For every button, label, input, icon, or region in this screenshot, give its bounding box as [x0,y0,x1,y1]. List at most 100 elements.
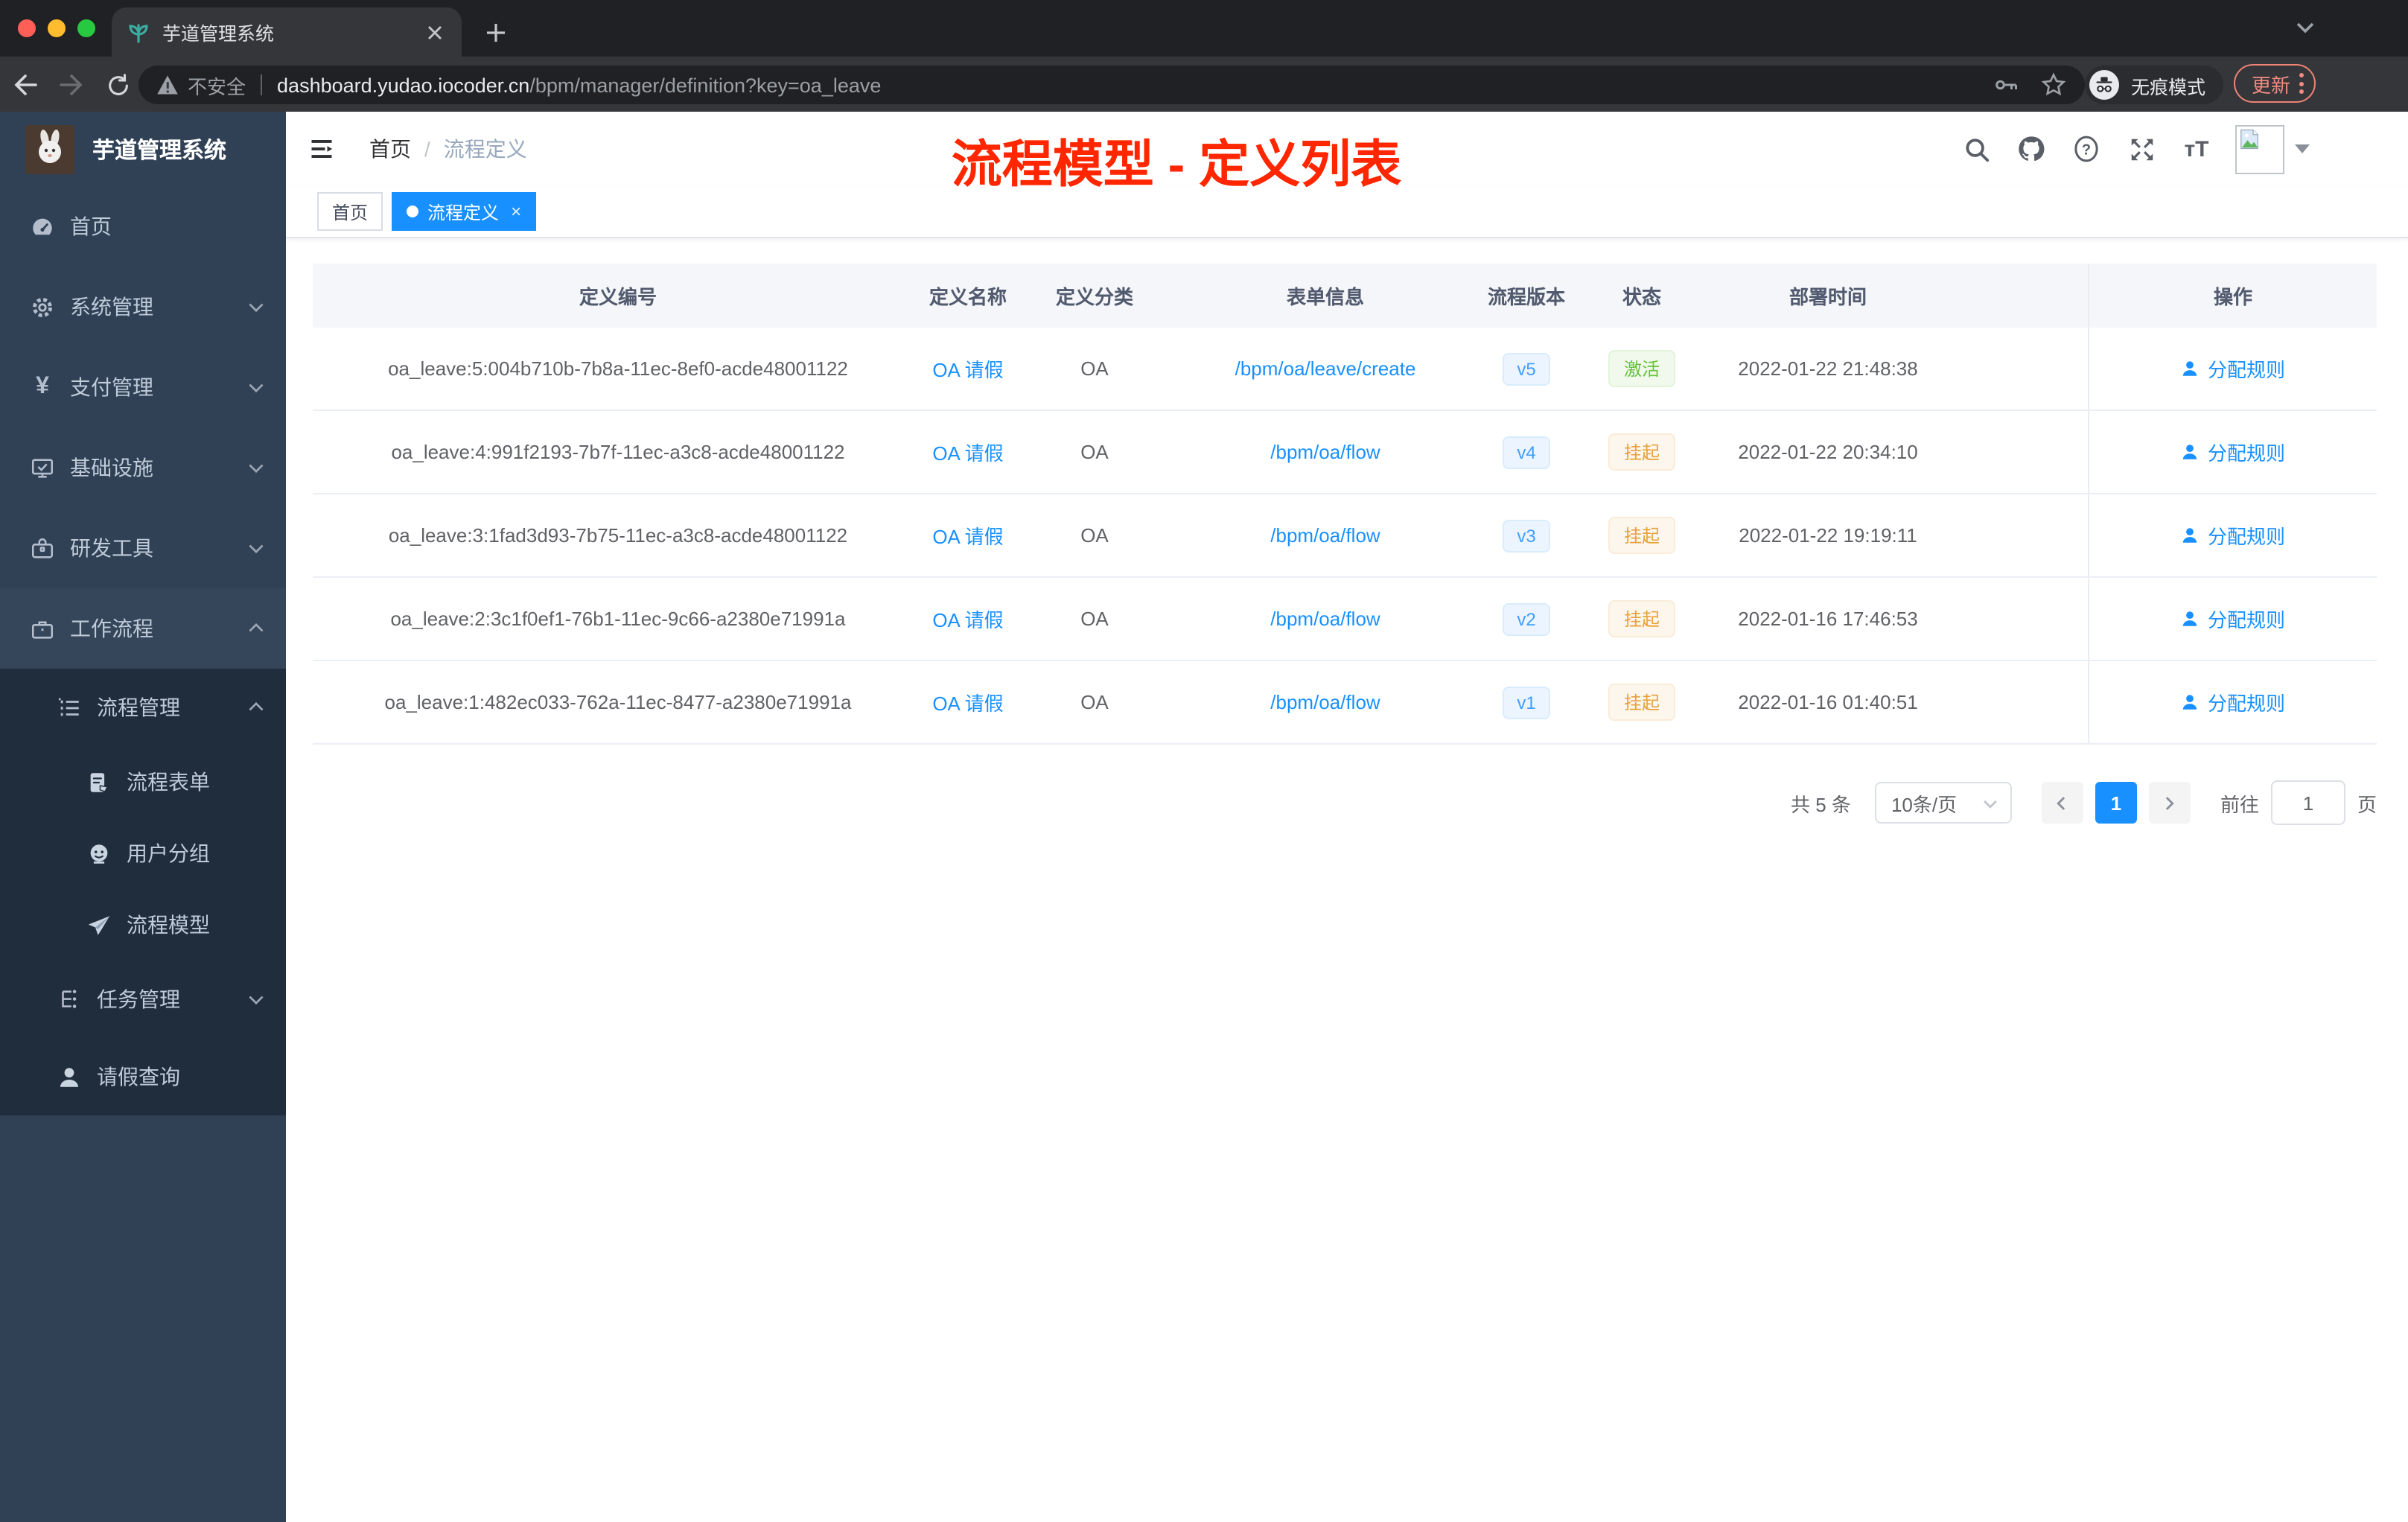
status-badge: 挂起 [1608,433,1675,471]
window-minimize-button[interactable] [48,19,66,37]
version-badge: v3 [1502,519,1551,552]
definition-name-link[interactable]: OA 请假 [923,354,1013,383]
definition-category: OA [1080,357,1109,380]
url-text: dashboard.yudao.iocoder.cn/bpm/manager/d… [277,74,1978,96]
browser-menu-kebab-icon[interactable] [2299,73,2304,94]
sidebar-item-process-management[interactable]: 流程管理 [0,669,286,746]
sidebar-item-payment[interactable]: ¥ 支付管理 [0,347,286,427]
table-row: oa_leave:5:004b710b-7b8a-11ec-8ef0-acde4… [313,328,2377,411]
window-zoom-button[interactable] [77,19,95,37]
sidebar-item-task-management[interactable]: 任务管理 [0,961,286,1038]
not-secure-warning-icon [156,74,179,95]
breadcrumb-current: 流程定义 [443,137,527,161]
browser-toolbar: 不安全 dashboard.yudao.iocoder.cn/bpm/manag… [0,57,2408,112]
breadcrumb-home[interactable]: 首页 [369,134,411,164]
tag-process-definition[interactable]: 流程定义 × [392,192,537,231]
search-icon[interactable] [1960,133,1993,165]
form-info-link[interactable]: /bpm/oa/flow [1176,524,1474,547]
page-size-select[interactable]: 10条/页 [1874,782,2012,824]
sidebar-item-leave-query[interactable]: 请假查询 [0,1038,286,1115]
status-badge: 挂起 [1608,600,1675,637]
app-logo-avatar [25,124,74,173]
incognito-label: 无痕模式 [2130,77,2205,98]
definition-name-link[interactable]: OA 请假 [923,521,1013,550]
assign-rule-link[interactable]: 分配规则 [2181,354,2285,383]
definition-name-link[interactable]: OA 请假 [923,605,1013,633]
fullscreen-icon[interactable] [2125,133,2158,165]
font-size-icon[interactable]: тT [2180,133,2213,165]
assign-rule-link[interactable]: 分配规则 [2181,688,2285,716]
goto-unit: 页 [2357,793,2377,815]
goto-page-input[interactable] [2270,780,2345,825]
form-icon [86,769,112,795]
assign-rule-link[interactable]: 分配规则 [2181,605,2285,633]
window-close-button[interactable] [18,19,36,37]
tab-search-chevron-icon[interactable] [2295,16,2316,37]
github-icon[interactable] [2015,133,2048,165]
table-row: oa_leave:2:3c1f0ef1-76b1-11ec-9c66-a2380… [313,578,2377,661]
page-number-button[interactable]: 1 [2095,782,2137,824]
form-info-link[interactable]: /bpm/oa/flow [1176,691,1474,713]
sidebar-logo-row[interactable]: 芋道管理系统 [0,112,286,186]
chevron-up-icon [247,698,265,716]
table-row: oa_leave:1:482ec033-762a-11ec-8477-a2380… [313,661,2377,745]
form-info-link[interactable]: /bpm/oa/leave/create [1176,357,1474,380]
toolbox-icon [30,535,55,561]
tab-close-icon[interactable] [423,20,447,44]
form-info-link[interactable]: /bpm/oa/flow [1176,608,1474,630]
chrome-update-button[interactable]: 更新 [2233,64,2316,103]
annotation-title: 流程模型 - 定义列表 [951,137,1402,194]
reload-icon[interactable] [101,69,134,101]
sidebar-item-devtools[interactable]: 研发工具 [0,508,286,588]
sidebar-item-infrastructure[interactable]: 基础设施 [0,427,286,508]
help-icon[interactable]: ? [2070,133,2103,165]
goto-label: 前往 [2220,793,2259,815]
screenshot-root: 芋道管理系统 不安全 dashboard.yudao.iocoder.cn/bp… [0,0,2408,1522]
browser-tab[interactable]: 芋道管理系统 [112,7,462,57]
tag-home[interactable]: 首页 [317,192,383,231]
sidebar: 芋道管理系统 首页 系统管理 ¥ 支付管理 基础设施 研发工具 工作流程 流程管… [0,112,286,1522]
deploy-time: 2022-01-22 21:48:38 [1738,357,1918,380]
assign-rule-link[interactable]: 分配规则 [2181,438,2285,466]
prev-page-button[interactable] [2041,782,2083,824]
forward-icon[interactable] [55,69,88,101]
version-badge: v5 [1502,352,1551,385]
table-row: oa_leave:4:991f2193-7b7f-11ec-a3c8-acde4… [313,411,2377,494]
address-bar[interactable]: 不安全 dashboard.yudao.iocoder.cn/bpm/manag… [138,66,2085,104]
sidebar-item-home[interactable]: 首页 [0,186,286,267]
definition-name-link[interactable]: OA 请假 [923,688,1013,716]
tag-close-icon[interactable]: × [511,201,521,222]
definition-category: OA [1080,441,1109,463]
sidebar-item-process-form[interactable]: 流程表单 [0,746,286,818]
definition-name-link[interactable]: OA 请假 [923,438,1013,466]
caret-down-icon [2295,144,2310,153]
next-page-button[interactable] [2148,782,2191,824]
assign-rule-link[interactable]: 分配规则 [2181,521,2285,550]
chevron-down-icon [247,298,265,316]
definition-category: OA [1080,691,1109,713]
url-path: /bpm/manager/definition?key=oa_leave [529,74,882,96]
chevron-down-icon [247,459,265,477]
form-info-link[interactable]: /bpm/oa/flow [1176,441,1474,463]
gear-icon [30,294,55,319]
incognito-icon [2089,70,2119,100]
version-badge: v2 [1502,602,1551,635]
sidebar-item-workflow[interactable]: 工作流程 [0,588,286,669]
col-header-form-info: 表单信息 [1286,286,1364,308]
sidebar-item-system[interactable]: 系统管理 [0,267,286,347]
sidebar-item-user-group[interactable]: 用户分组 [0,818,286,889]
key-icon[interactable] [1993,71,2019,98]
back-icon[interactable] [9,69,42,101]
main-area: 首页 / 流程定义 ? тT 首页 流程定义 × 定义编号 定义名称 定义分类 … [286,112,2408,1522]
new-tab-button[interactable] [477,13,515,52]
definition-id: oa_leave:4:991f2193-7b7f-11ec-a3c8-acde4… [391,441,845,463]
sidebar-toggle-icon[interactable] [298,125,345,173]
definition-id: oa_leave:5:004b710b-7b8a-11ec-8ef0-acde4… [388,357,848,380]
user-avatar-dropdown[interactable] [2235,124,2310,173]
bookmark-star-icon[interactable] [2040,71,2067,98]
workflow-submenu: 流程管理 流程表单 用户分组 流程模型 任务管理 请假查询 [0,669,286,1115]
sidebar-item-process-model[interactable]: 流程模型 [0,889,286,961]
dashboard-icon [30,214,55,239]
chevron-down-icon [247,990,265,1008]
yen-icon: ¥ [36,374,49,399]
